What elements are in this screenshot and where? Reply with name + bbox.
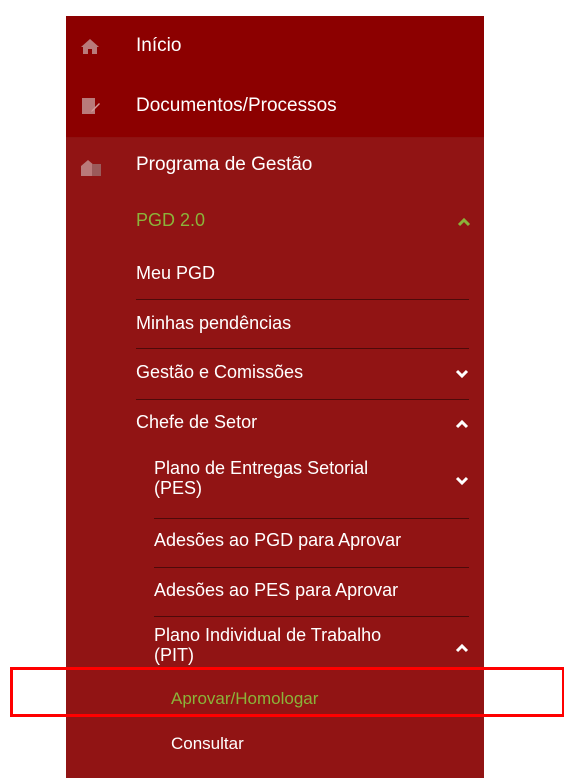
menu-label-pit-line1: Plano Individual de Trabalho [154, 625, 382, 645]
menu-label-pit-line2: (PIT) [154, 645, 194, 665]
menu-item-adesoes-pes[interactable]: Adesões ao PES para Aprovar [154, 580, 472, 618]
menu-label-adesoes-pgd: Adesões ao PGD para Aprovar [154, 530, 402, 550]
chevron-up-icon [455, 419, 469, 429]
chevron-down-icon [455, 369, 469, 379]
menu-label-programa-gestao: Programa de Gestão [136, 154, 313, 175]
menu-label-pes-line2: (PES) [154, 478, 203, 498]
chevron-up-icon [457, 217, 471, 227]
menu-item-minhas-pendencias[interactable]: Minhas pendências [136, 313, 469, 351]
menu-item-consultar[interactable]: Consultar [171, 734, 469, 770]
menu-label-consultar: Consultar [171, 734, 244, 753]
menu-label-inicio: Início [136, 34, 182, 56]
buildings-icon [80, 158, 102, 182]
sidebar-menu: Início Documentos/Processos Programa de … [66, 16, 484, 778]
divider [154, 567, 469, 568]
chevron-up-icon [455, 643, 469, 653]
menu-item-plano-entregas-setorial[interactable]: Plano de Entregas Setorial (PES) [154, 458, 469, 510]
menu-item-programa-gestao[interactable]: Programa de Gestão [66, 138, 484, 195]
menu-label-meu-pgd: Meu PGD [136, 263, 216, 283]
menu-label-documentos-processos: Documentos/Processos [136, 95, 337, 116]
menu-label-adesoes-pes: Adesões ao PES para Aprovar [154, 580, 399, 600]
document-edit-icon [80, 96, 100, 116]
menu-label-chefe-setor: Chefe de Setor [136, 412, 258, 432]
divider [136, 399, 469, 400]
menu-item-documentos-processos[interactable]: Documentos/Processos [66, 75, 484, 137]
menu-item-chefe-setor[interactable]: Chefe de Setor [136, 412, 469, 450]
menu-item-meu-pgd[interactable]: Meu PGD [136, 263, 469, 301]
menu-label-minhas-pendencias: Minhas pendências [136, 313, 292, 333]
menu-item-pgd-2[interactable]: PGD 2.0 [136, 210, 471, 250]
divider [154, 518, 469, 519]
divider [154, 616, 469, 617]
menu-label-pes-line1: Plano de Entregas Setorial [154, 458, 369, 478]
menu-item-adesoes-pgd[interactable]: Adesões ao PGD para Aprovar [154, 530, 472, 568]
home-icon [80, 36, 100, 56]
menu-item-inicio[interactable]: Início [66, 16, 484, 75]
highlight-box [10, 667, 564, 717]
chevron-down-icon [455, 476, 469, 486]
divider [136, 299, 469, 300]
menu-label-pgd-2: PGD 2.0 [136, 210, 206, 230]
divider [136, 348, 469, 349]
menu-item-gestao-comissoes[interactable]: Gestão e Comissões [136, 362, 469, 400]
menu-label-gestao-comissoes: Gestão e Comissões [136, 362, 304, 382]
